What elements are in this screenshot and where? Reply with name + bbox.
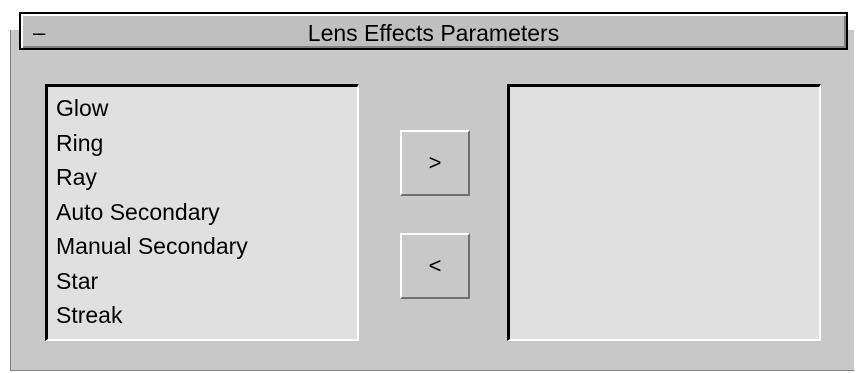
active-effects-list[interactable] — [507, 84, 821, 341]
list-item-ray[interactable]: Ray — [48, 160, 357, 195]
list-item-star[interactable]: Star — [48, 264, 357, 299]
list-item-streak[interactable]: Streak — [48, 298, 357, 333]
rollout-title: Lens Effects Parameters — [307, 20, 560, 46]
add-effect-button[interactable]: > — [400, 130, 470, 196]
list-item-ring[interactable]: Ring — [48, 126, 357, 161]
remove-arrow-label: < — [428, 253, 442, 278]
list-item-glow[interactable]: Glow — [48, 91, 357, 126]
available-effects-list[interactable]: Glow Ring Ray Auto Secondary Manual Seco… — [45, 84, 359, 341]
rollout-header[interactable]: – Lens Effects Parameters — [19, 12, 848, 50]
list-item-manual-secondary[interactable]: Manual Secondary — [48, 229, 357, 264]
add-arrow-label: > — [428, 150, 442, 175]
list-item-auto-secondary[interactable]: Auto Secondary — [48, 195, 357, 230]
remove-effect-button[interactable]: < — [400, 233, 470, 299]
